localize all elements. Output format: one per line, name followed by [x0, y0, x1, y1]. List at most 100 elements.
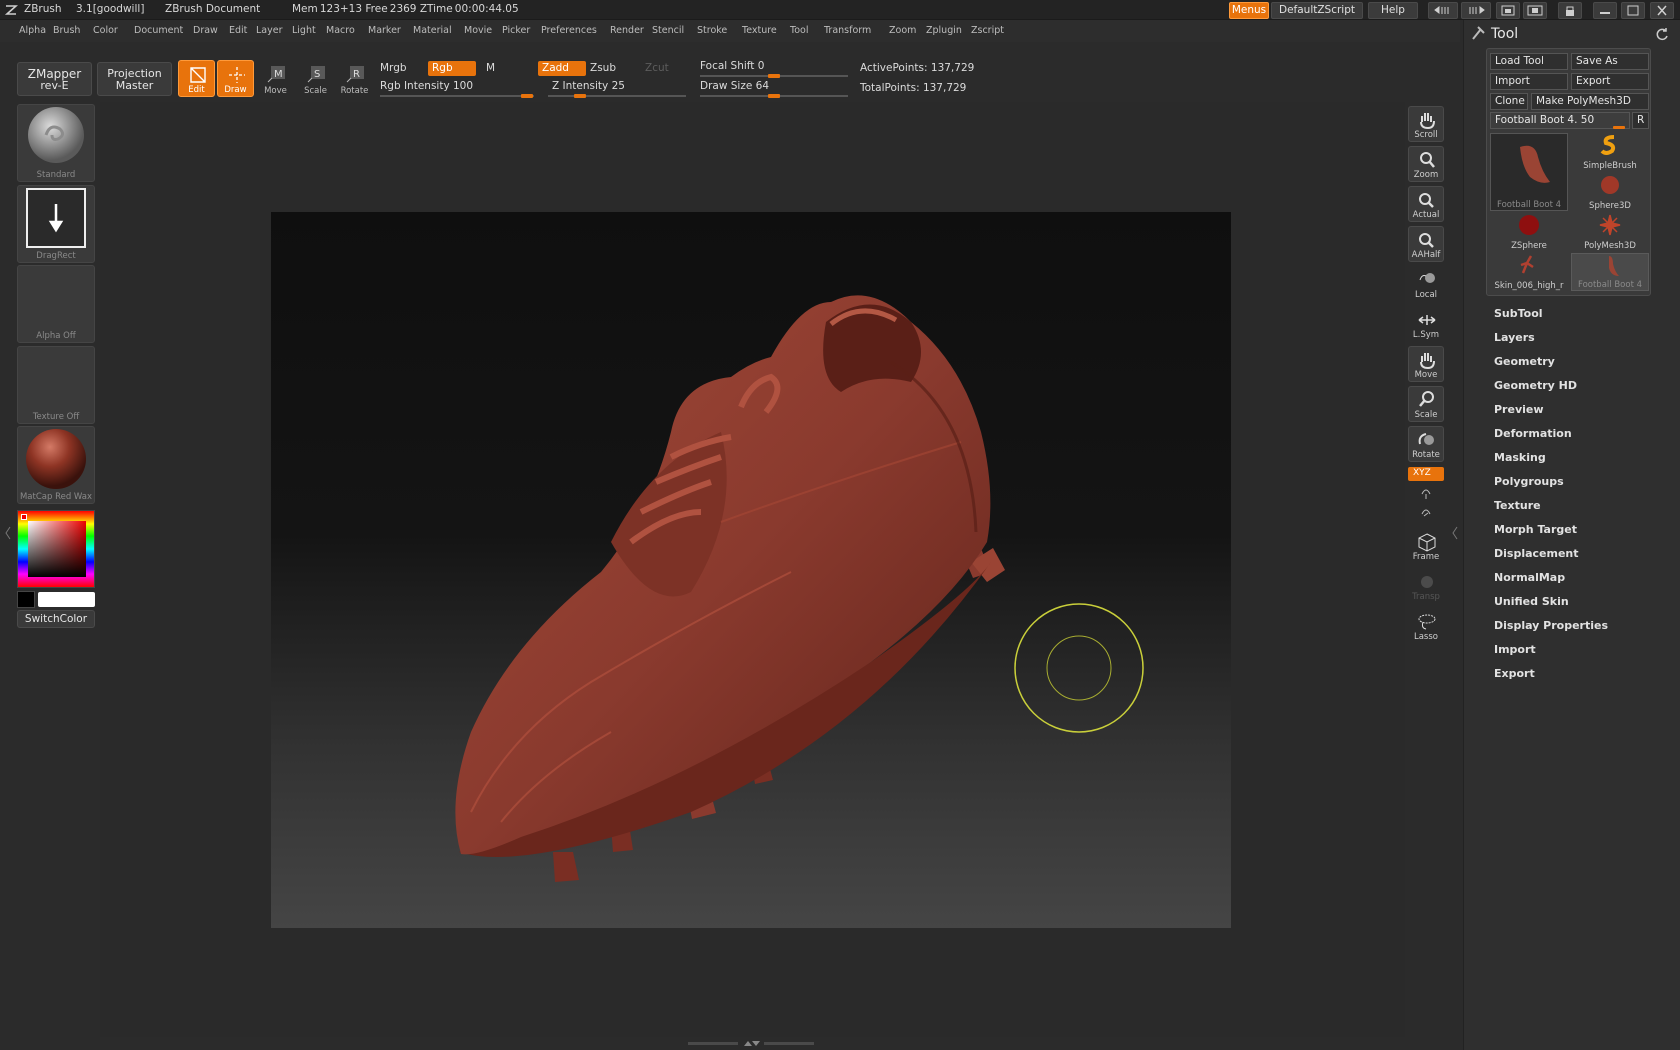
menu-light[interactable]: Light: [292, 25, 316, 36]
right-tray-toggle-icon[interactable]: [1452, 526, 1458, 540]
scale-mode-button[interactable]: S Scale: [297, 60, 334, 97]
zmapper-button[interactable]: ZMapper rev-E: [17, 62, 92, 96]
menu-edit[interactable]: Edit: [229, 25, 247, 36]
zcut-toggle[interactable]: Zcut: [645, 62, 669, 74]
color-saturation-square[interactable]: [28, 521, 86, 577]
rotate-view-button[interactable]: Rotate: [1408, 426, 1444, 462]
projection-master-button[interactable]: Projection Master: [97, 62, 172, 96]
menu-stencil[interactable]: Stencil: [652, 25, 684, 36]
document-canvas[interactable]: [271, 212, 1231, 928]
switch-color-button[interactable]: SwitchColor: [17, 610, 95, 628]
minimize-icon[interactable]: [1593, 2, 1617, 19]
primary-color-swatch[interactable]: [38, 592, 95, 607]
section-polygroups[interactable]: Polygroups: [1494, 475, 1564, 488]
draw-size-handle[interactable]: [768, 94, 780, 98]
scroll-right-icon[interactable]: [1461, 2, 1491, 19]
save-as-button[interactable]: Save As: [1571, 53, 1649, 70]
section-export[interactable]: Export: [1494, 667, 1535, 680]
tool-thumb-simplebrush[interactable]: SimpleBrush: [1571, 133, 1649, 171]
clone-button[interactable]: Clone: [1490, 93, 1528, 110]
menu-draw[interactable]: Draw: [193, 25, 218, 36]
aahalf-view-button[interactable]: AAHalf: [1408, 226, 1444, 262]
layout-icon[interactable]: [1496, 2, 1520, 19]
section-deformation[interactable]: Deformation: [1494, 427, 1572, 440]
menu-preferences[interactable]: Preferences: [541, 25, 597, 36]
tool-thumb-zsphere[interactable]: ZSphere: [1490, 213, 1568, 251]
draw-mode-button[interactable]: Draw: [217, 60, 254, 97]
local-button[interactable]: Local: [1408, 266, 1444, 302]
rgb-toggle[interactable]: Rgb: [428, 61, 476, 76]
section-subtool[interactable]: SubTool: [1494, 307, 1543, 320]
mrgb-toggle[interactable]: Mrgb: [380, 62, 407, 74]
tool-thumb-skin[interactable]: Skin_006_high_r: [1490, 253, 1568, 291]
section-morph-target[interactable]: Morph Target: [1494, 523, 1577, 536]
brush-slot[interactable]: Standard: [17, 104, 95, 182]
z-intensity-handle[interactable]: [574, 94, 586, 98]
tool-thumb-football-boot[interactable]: Football Boot 4: [1490, 133, 1568, 211]
stroke-slot[interactable]: DragRect: [17, 185, 95, 263]
menu-texture[interactable]: Texture: [742, 25, 777, 36]
menu-zplugin[interactable]: Zplugin: [926, 25, 962, 36]
left-tray-toggle-icon[interactable]: [5, 526, 11, 540]
default-zscript-button[interactable]: DefaultZScript: [1271, 2, 1363, 19]
rotate-mode-button[interactable]: R Rotate: [336, 60, 373, 97]
menu-layer[interactable]: Layer: [256, 25, 283, 36]
scale-view-button[interactable]: Scale: [1408, 386, 1444, 422]
rotate-y-icon[interactable]: [1418, 486, 1434, 500]
section-layers[interactable]: Layers: [1494, 331, 1535, 344]
menu-zscript[interactable]: Zscript: [971, 25, 1004, 36]
zsub-toggle[interactable]: Zsub: [590, 62, 616, 74]
tool-thumb-polymesh3d[interactable]: PolyMesh3D: [1571, 213, 1649, 251]
menu-color[interactable]: Color: [93, 25, 118, 36]
section-geometry-hd[interactable]: Geometry HD: [1494, 379, 1577, 392]
menu-brush[interactable]: Brush: [53, 25, 80, 36]
help-button[interactable]: Help: [1368, 2, 1418, 19]
menu-transform[interactable]: Transform: [824, 25, 871, 36]
bottom-tray-toggle-icon[interactable]: [688, 1040, 814, 1047]
current-tool-slider[interactable]: Football Boot 4. 50: [1490, 112, 1630, 129]
menu-picker[interactable]: Picker: [502, 25, 530, 36]
section-normalmap[interactable]: NormalMap: [1494, 571, 1565, 584]
lock-icon[interactable]: [1558, 2, 1582, 19]
section-texture[interactable]: Texture: [1494, 499, 1541, 512]
menu-render[interactable]: Render: [610, 25, 644, 36]
zoom-view-button[interactable]: Zoom: [1408, 146, 1444, 182]
tool-thumb-sphere3d[interactable]: Sphere3D: [1571, 173, 1649, 211]
make-polymesh-button[interactable]: Make PolyMesh3D: [1531, 93, 1649, 110]
section-displacement[interactable]: Displacement: [1494, 547, 1579, 560]
tool-pin-icon[interactable]: [1470, 24, 1488, 42]
transp-button[interactable]: Transp: [1408, 568, 1444, 604]
rotate-z-icon[interactable]: [1418, 506, 1434, 520]
menu-movie[interactable]: Movie: [464, 25, 492, 36]
current-tool-slider-handle[interactable]: [1613, 126, 1625, 129]
section-masking[interactable]: Masking: [1494, 451, 1546, 464]
menu-material[interactable]: Material: [413, 25, 452, 36]
texture-slot[interactable]: Texture Off: [17, 346, 95, 424]
menu-stroke[interactable]: Stroke: [697, 25, 727, 36]
move-mode-button[interactable]: M Move: [257, 60, 294, 97]
close-icon[interactable]: [1650, 2, 1674, 19]
actual-view-button[interactable]: Actual: [1408, 186, 1444, 222]
r-button[interactable]: R: [1632, 112, 1649, 129]
m-toggle[interactable]: M: [486, 62, 495, 74]
section-unified-skin[interactable]: Unified Skin: [1494, 595, 1569, 608]
color-picker[interactable]: [17, 510, 95, 588]
z-intensity-slider[interactable]: [548, 95, 686, 97]
menu-zoom[interactable]: Zoom: [889, 25, 916, 36]
rgb-intensity-slider[interactable]: [380, 95, 534, 97]
scroll-view-button[interactable]: Scroll: [1408, 106, 1444, 142]
menu-macro[interactable]: Macro: [326, 25, 355, 36]
tool-thumb-football-boot-2[interactable]: Football Boot 4: [1571, 253, 1649, 291]
move-view-button[interactable]: Move: [1408, 346, 1444, 382]
section-geometry[interactable]: Geometry: [1494, 355, 1555, 368]
zadd-toggle[interactable]: Zadd: [538, 61, 586, 76]
section-preview[interactable]: Preview: [1494, 403, 1544, 416]
menu-alpha[interactable]: Alpha: [19, 25, 46, 36]
focal-shift-handle[interactable]: [768, 74, 780, 78]
section-import[interactable]: Import: [1494, 643, 1536, 656]
menus-button[interactable]: Menus: [1229, 2, 1269, 19]
rgb-intensity-handle[interactable]: [521, 94, 533, 98]
frame-button[interactable]: Frame: [1408, 528, 1444, 564]
lsym-button[interactable]: L.Sym: [1408, 306, 1444, 342]
menu-tool[interactable]: Tool: [790, 25, 808, 36]
